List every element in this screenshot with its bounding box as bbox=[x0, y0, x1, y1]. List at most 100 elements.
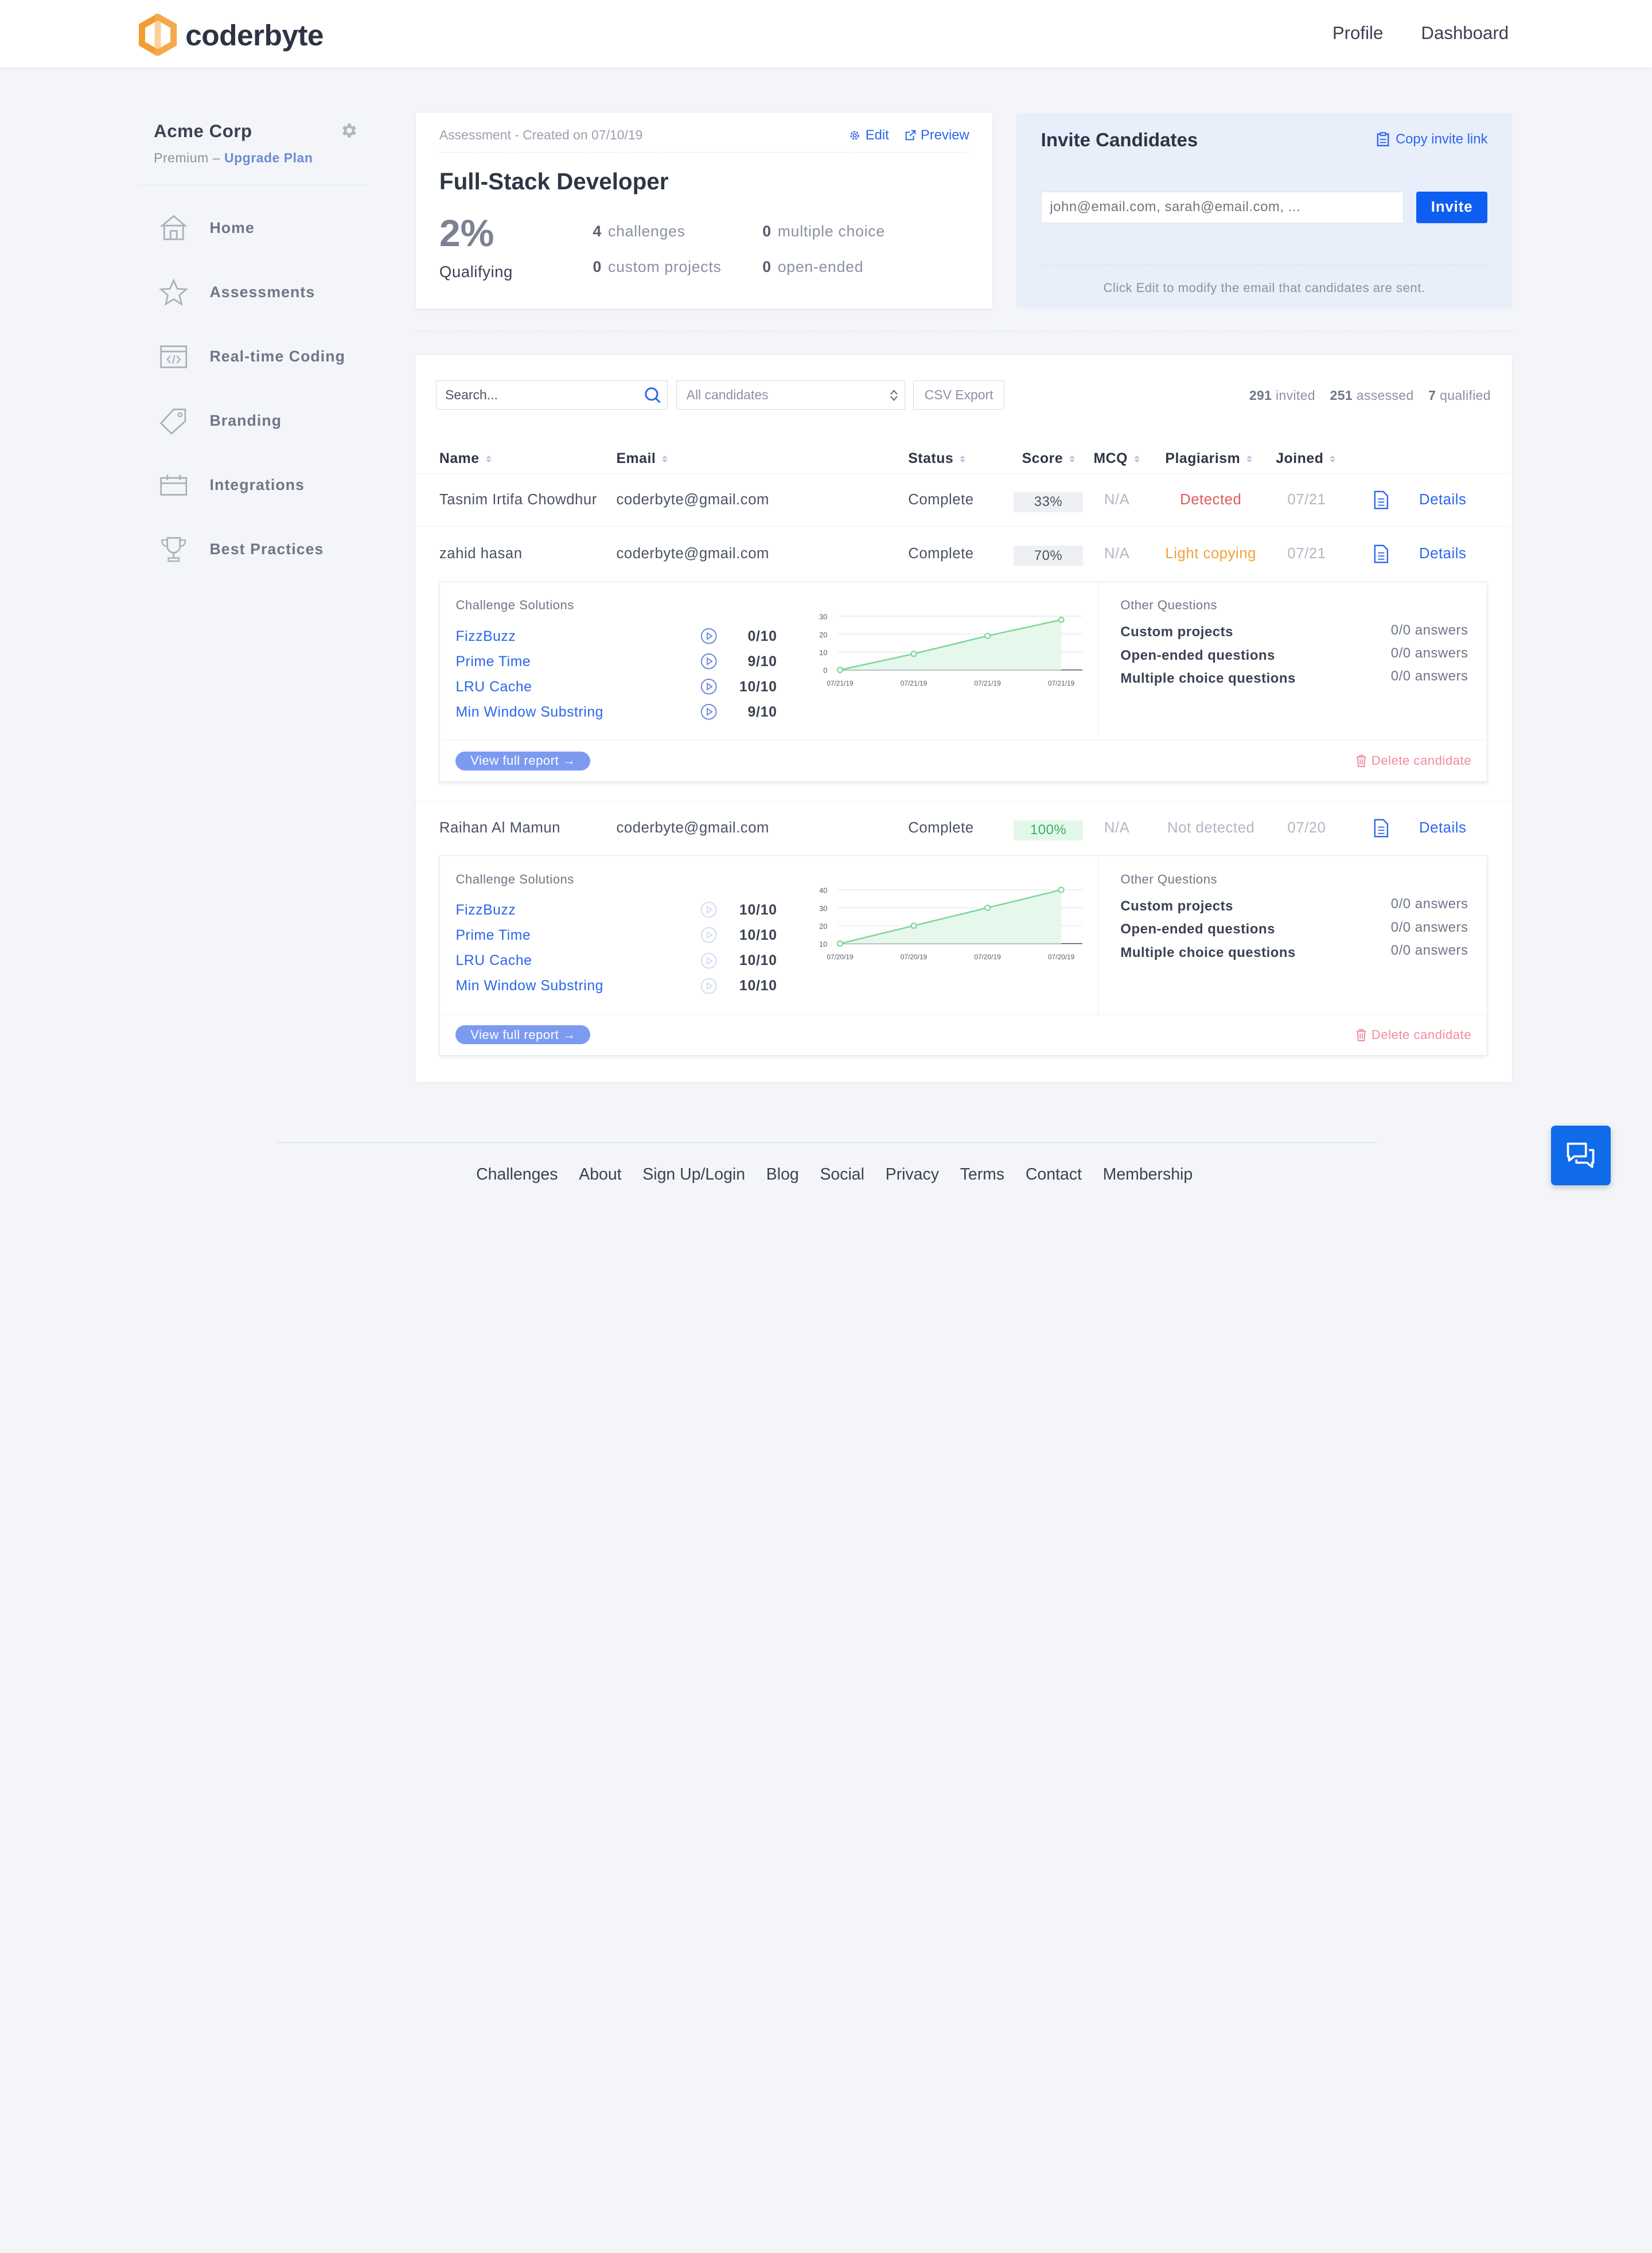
solution-link[interactable]: Prime Time bbox=[455, 928, 531, 944]
other-question-label: Custom projects bbox=[1120, 898, 1233, 914]
top-bar: coderbyte Profile Dashboard bbox=[0, 0, 1652, 69]
clipboard-icon bbox=[1377, 132, 1389, 147]
edit-button[interactable]: Edit bbox=[848, 127, 889, 143]
solution-link[interactable]: FizzBuzz bbox=[455, 902, 516, 919]
chart-y-tick: 30 bbox=[819, 612, 827, 621]
solution-link[interactable]: FizzBuzz bbox=[455, 629, 516, 645]
csv-export-button[interactable]: CSV Export bbox=[913, 380, 1004, 410]
footer-link-challenges[interactable]: Challenges bbox=[476, 1165, 558, 1184]
solution-link[interactable]: Min Window Substring bbox=[455, 978, 603, 994]
solution-link[interactable]: LRU Cache bbox=[455, 953, 532, 969]
table-row[interactable]: Tasnim Irtifa Chowdhur coderbyte@gmail.c… bbox=[416, 473, 1512, 527]
column-header-name[interactable]: Name bbox=[439, 451, 492, 467]
table-row[interactable]: Raihan Al Mamun coderbyte@gmail.com Comp… bbox=[416, 800, 1512, 855]
delete-candidate-button[interactable]: Delete candidate bbox=[1355, 753, 1471, 768]
nav-dashboard-link[interactable]: Dashboard bbox=[1421, 23, 1509, 44]
column-header-status[interactable]: Status bbox=[908, 451, 966, 467]
sidebar-item-integrations[interactable]: Integrations bbox=[139, 453, 367, 517]
play-icon[interactable] bbox=[700, 952, 717, 969]
footer-link-about[interactable]: About bbox=[579, 1165, 621, 1184]
detail-footer: View full report → Delete candidate bbox=[439, 1014, 1489, 1056]
sidebar-item-realtime-coding[interactable]: Real-time Coding bbox=[139, 324, 367, 388]
logo-text: coderbyte bbox=[185, 18, 324, 52]
gear-icon[interactable] bbox=[339, 121, 358, 140]
table-row[interactable]: zahid hasan coderbyte@gmail.com Complete… bbox=[416, 527, 1511, 581]
play-icon[interactable] bbox=[700, 978, 717, 994]
candidate-detail-panel: Challenge Solutions FizzBuzz Prime Time … bbox=[439, 855, 1489, 1056]
column-header-joined[interactable]: Joined bbox=[1276, 451, 1336, 467]
chart-y-tick: 30 bbox=[819, 904, 827, 913]
logo[interactable]: coderbyte bbox=[139, 13, 324, 56]
nav-profile-link[interactable]: Profile bbox=[1332, 23, 1384, 44]
invite-email-input[interactable] bbox=[1041, 191, 1404, 223]
play-icon[interactable] bbox=[700, 927, 717, 943]
report-document-icon[interactable] bbox=[1374, 473, 1389, 527]
joined-date: 07/21 bbox=[1287, 545, 1326, 562]
play-icon[interactable] bbox=[700, 653, 717, 670]
sidebar-item-label: Home bbox=[209, 219, 255, 236]
logo-hexagon-icon bbox=[139, 13, 177, 56]
stat-multiple-choice: 0 multiple choice bbox=[762, 223, 885, 240]
sidebar-item-home[interactable]: Home bbox=[139, 196, 367, 260]
sidebar-item-best-practices[interactable]: Best Practices bbox=[139, 517, 367, 581]
stat-custom-projects: 0 custom projects bbox=[593, 258, 722, 276]
footer-link-privacy[interactable]: Privacy bbox=[886, 1165, 939, 1184]
play-icon[interactable] bbox=[700, 678, 717, 695]
trash-icon bbox=[1357, 755, 1366, 768]
mcq-value: N/A bbox=[1104, 820, 1130, 836]
details-link[interactable]: Details bbox=[1419, 527, 1466, 581]
search-icon[interactable] bbox=[644, 387, 661, 403]
chat-button[interactable] bbox=[1550, 1125, 1611, 1186]
column-header-mcq[interactable]: MCQ bbox=[1093, 451, 1140, 467]
filter-value: All candidates bbox=[686, 387, 769, 403]
footer-link-social[interactable]: Social bbox=[820, 1165, 864, 1184]
sidebar-item-label: Integrations bbox=[209, 476, 305, 493]
sidebar-item-branding[interactable]: Branding bbox=[139, 388, 367, 453]
challenge-solutions-title: Challenge Solutions bbox=[455, 598, 574, 613]
details-link[interactable]: Details bbox=[1419, 801, 1466, 855]
chart-y-tick: 10 bbox=[819, 648, 827, 657]
solution-link[interactable]: Prime Time bbox=[455, 654, 531, 670]
chart-point bbox=[1058, 886, 1065, 893]
search-placeholder: Search... bbox=[445, 387, 498, 403]
other-question-label: Open-ended questions bbox=[1120, 647, 1275, 663]
footer-link-signup[interactable]: Sign Up/Login bbox=[642, 1165, 745, 1184]
footer-divider bbox=[276, 1142, 1376, 1143]
upgrade-plan-link[interactable]: Upgrade Plan bbox=[224, 150, 313, 165]
preview-button[interactable]: Preview bbox=[904, 127, 969, 143]
home-icon bbox=[158, 212, 189, 244]
column-header-plagiarism[interactable]: Plagiarism bbox=[1165, 451, 1253, 467]
assessment-meta: Assessment - Created on 07/10/19 bbox=[439, 127, 643, 143]
play-icon[interactable] bbox=[700, 628, 717, 644]
report-document-icon[interactable] bbox=[1374, 527, 1389, 581]
chart-point bbox=[1058, 616, 1065, 623]
other-question-value: 0/0 answers bbox=[1390, 942, 1468, 958]
footer-link-contact[interactable]: Contact bbox=[1026, 1165, 1082, 1184]
play-icon[interactable] bbox=[700, 901, 717, 918]
footer-link-terms[interactable]: Terms bbox=[960, 1165, 1004, 1184]
view-full-report-button[interactable]: View full report → bbox=[455, 1025, 591, 1045]
view-full-report-button[interactable]: View full report → bbox=[455, 751, 591, 771]
copy-invite-link[interactable]: Copy invite link bbox=[1377, 131, 1487, 147]
play-icon[interactable] bbox=[700, 703, 717, 720]
solution-score: 9/10 bbox=[747, 704, 777, 720]
candidate-filter-select[interactable]: All candidates bbox=[676, 380, 905, 410]
qualified-count: 7 qualified bbox=[1428, 387, 1491, 403]
challenge-solutions: Challenge Solutions FizzBuzz Prime Time … bbox=[440, 582, 1098, 741]
invite-button[interactable]: Invite bbox=[1416, 191, 1488, 223]
footer-link-blog[interactable]: Blog bbox=[766, 1165, 799, 1184]
solution-link[interactable]: LRU Cache bbox=[455, 679, 532, 695]
search-input[interactable]: Search... bbox=[436, 380, 668, 410]
plan-separator: – bbox=[212, 150, 221, 165]
report-document-icon[interactable] bbox=[1374, 801, 1389, 855]
other-question-value: 0/0 answers bbox=[1390, 919, 1468, 935]
footer-link-membership[interactable]: Membership bbox=[1103, 1165, 1193, 1184]
column-header-score[interactable]: Score bbox=[1022, 451, 1076, 467]
plagiarism-status: Detected bbox=[1180, 491, 1242, 508]
sidebar-item-assessments[interactable]: Assessments bbox=[139, 260, 367, 324]
details-link[interactable]: Details bbox=[1419, 473, 1466, 527]
solution-link[interactable]: Min Window Substring bbox=[455, 705, 603, 721]
column-header-email[interactable]: Email bbox=[616, 451, 668, 467]
assessed-count: 251 assessed bbox=[1330, 387, 1414, 403]
delete-candidate-button[interactable]: Delete candidate bbox=[1355, 1028, 1471, 1042]
